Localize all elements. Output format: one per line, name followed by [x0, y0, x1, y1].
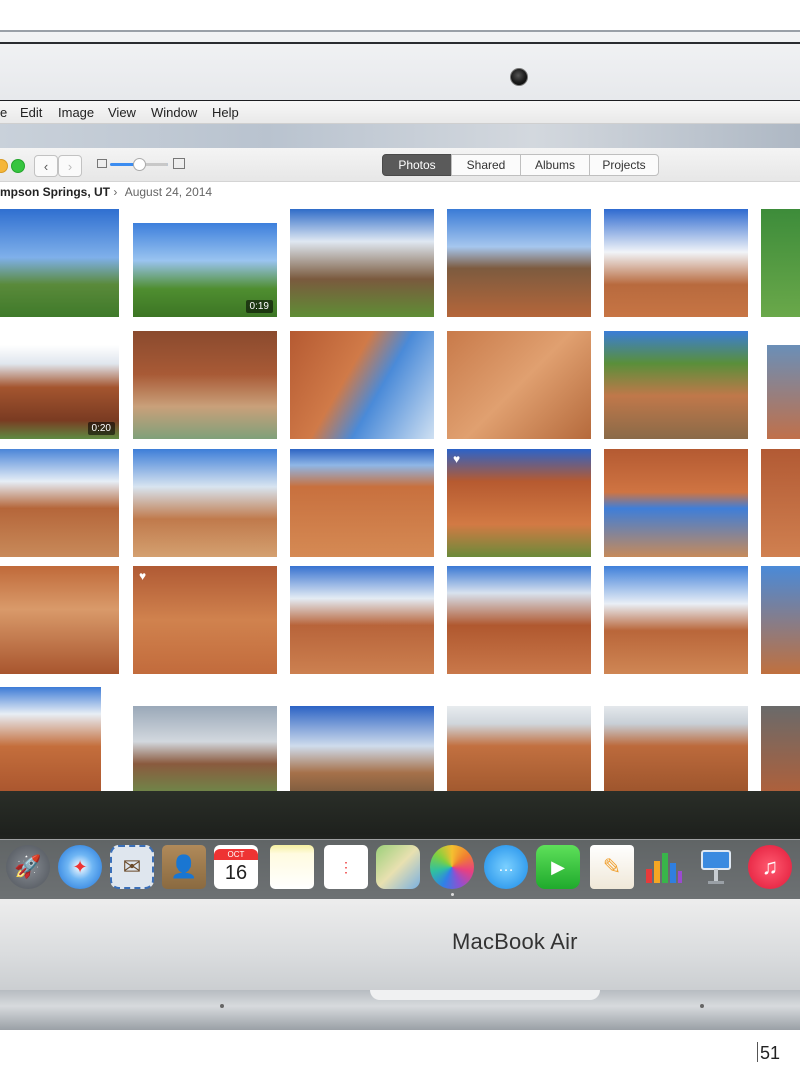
bar-chart-icon	[646, 853, 682, 883]
keynote-icon[interactable]	[694, 845, 738, 889]
base-foot	[220, 1004, 224, 1008]
photo-thumbnail[interactable]: ♥	[447, 449, 591, 557]
photo-thumbnail[interactable]	[604, 449, 748, 557]
back-button[interactable]: ‹	[34, 155, 58, 177]
photo-thumbnail[interactable]	[761, 566, 800, 674]
mail-icon[interactable]: ✉	[110, 845, 154, 889]
chevron-left-icon: ‹	[43, 158, 49, 174]
notes-icon[interactable]	[270, 845, 314, 889]
photo-thumbnail[interactable]	[604, 209, 748, 317]
calendar-icon[interactable]: OCT 16	[214, 845, 258, 889]
tab-photos[interactable]: Photos	[382, 154, 452, 176]
photo-thumbnail[interactable]	[447, 566, 591, 674]
laptop-bezel-bottom	[0, 899, 800, 991]
menu-image[interactable]: Image	[58, 105, 94, 120]
page-number: 51	[760, 1043, 781, 1063]
photo-thumbnail[interactable]	[290, 449, 434, 557]
large-thumbnail-icon	[173, 158, 185, 169]
photo-thumbnail[interactable]	[604, 566, 748, 674]
photo-thumbnail[interactable]	[0, 566, 119, 674]
calendar-month: OCT	[214, 848, 258, 860]
favorite-heart-icon[interactable]: ♥	[453, 452, 460, 466]
lid-edge	[0, 42, 800, 44]
menu-bar: e Edit Image View Window Help	[0, 101, 800, 124]
maps-icon[interactable]	[376, 845, 420, 889]
minimize-button[interactable]	[0, 159, 8, 173]
photo-thumbnail[interactable]: ♥	[133, 566, 277, 674]
calendar-day: 16	[224, 861, 248, 884]
base-foot	[700, 1004, 704, 1008]
dock-running-indicator	[451, 893, 454, 896]
menu-edit[interactable]: Edit	[20, 105, 42, 120]
video-duration-badge: 0:19	[245, 300, 273, 313]
breadcrumb-date: August 24, 2014	[124, 185, 213, 199]
photo-thumbnail[interactable]	[604, 331, 748, 439]
photo-thumbnail[interactable]	[133, 706, 277, 795]
photo-grid: 0:19 0:20 ♥ ♥	[0, 209, 800, 809]
photo-thumbnail[interactable]	[761, 209, 800, 317]
photo-thumbnail[interactable]	[133, 331, 277, 439]
contacts-icon[interactable]: 👤	[162, 845, 206, 889]
page-number-divider	[757, 1042, 758, 1062]
breadcrumb-separator: ›	[113, 185, 118, 199]
pages-icon[interactable]: ✎	[590, 845, 634, 889]
zoom-button[interactable]	[11, 159, 25, 173]
window-toolbar: ‹ › Photos Shared Albums Projects	[0, 148, 800, 182]
photo-thumbnail[interactable]: 0:20	[0, 345, 119, 439]
tab-shared[interactable]: Shared	[451, 154, 521, 176]
menu-view[interactable]: View	[108, 105, 136, 120]
forward-button[interactable]: ›	[58, 155, 82, 177]
photo-thumbnail[interactable]	[290, 209, 434, 317]
menu-window[interactable]: Window	[151, 105, 197, 120]
breadcrumb-location[interactable]: mpson Springs, UT	[0, 185, 110, 199]
laptop-lid	[0, 30, 800, 104]
breadcrumb: mpson Springs, UT › August 24, 2014	[0, 185, 212, 199]
launchpad-icon[interactable]: 🚀	[6, 845, 50, 889]
photo-thumbnail[interactable]	[290, 331, 434, 439]
device-brand-label: MacBook Air	[452, 929, 578, 954]
messages-icon[interactable]: …	[484, 845, 528, 889]
podium-icon	[701, 850, 731, 884]
photo-thumbnail[interactable]	[767, 345, 800, 439]
facetime-icon[interactable]: ▶	[536, 845, 580, 889]
favorite-heart-icon[interactable]: ♥	[139, 569, 146, 583]
photo-thumbnail[interactable]	[447, 331, 591, 439]
photo-thumbnail[interactable]	[604, 706, 748, 795]
photo-thumbnail[interactable]	[761, 706, 800, 795]
small-thumbnail-icon	[97, 159, 107, 168]
photo-thumbnail[interactable]	[290, 566, 434, 674]
photo-thumbnail[interactable]	[0, 687, 101, 795]
safari-icon[interactable]: ✦	[58, 845, 102, 889]
reminders-icon[interactable]: ⋮	[324, 845, 368, 889]
menu-help[interactable]: Help	[212, 105, 239, 120]
video-duration-badge: 0:20	[87, 422, 115, 435]
screen: e Edit Image View Window Help ‹ › Photos…	[0, 101, 800, 899]
desktop-wallpaper	[0, 124, 800, 148]
camera-icon	[510, 68, 528, 86]
zoom-slider-knob[interactable]	[133, 158, 146, 171]
photo-thumbnail[interactable]	[0, 449, 119, 557]
numbers-icon[interactable]	[642, 845, 686, 889]
menu-file[interactable]: e	[0, 105, 7, 120]
photo-thumbnail[interactable]	[0, 209, 119, 317]
photo-thumbnail[interactable]	[447, 706, 591, 795]
photo-thumbnail[interactable]	[447, 209, 591, 317]
photo-thumbnail[interactable]	[290, 706, 434, 795]
tab-projects[interactable]: Projects	[589, 154, 659, 176]
photo-thumbnail[interactable]: 0:19	[133, 223, 277, 317]
chevron-right-icon: ›	[67, 158, 73, 174]
lid-opening-notch	[370, 990, 600, 1000]
photos-icon[interactable]	[430, 845, 474, 889]
photo-thumbnail[interactable]	[133, 449, 277, 557]
photo-thumbnail[interactable]	[761, 449, 800, 557]
tab-albums[interactable]: Albums	[520, 154, 590, 176]
itunes-icon[interactable]: ♫	[748, 845, 792, 889]
